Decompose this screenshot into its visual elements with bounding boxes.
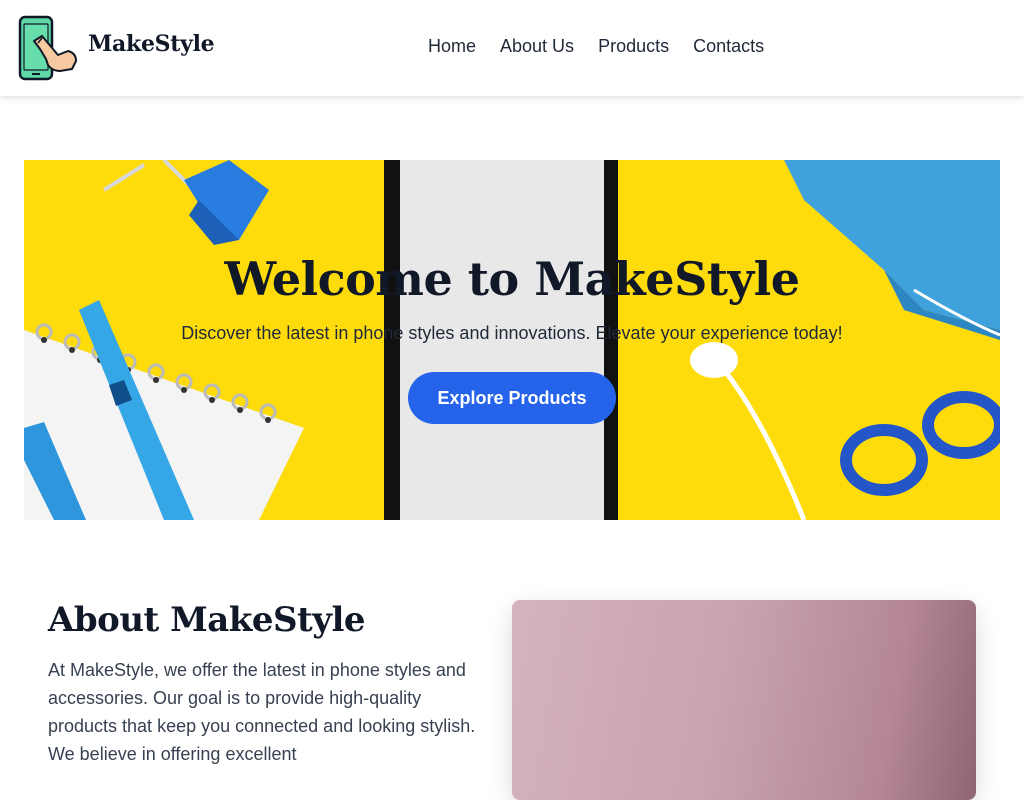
hero-subtitle: Discover the latest in phone styles and … <box>181 323 843 343</box>
logo[interactable] <box>18 15 80 81</box>
hero-banner: Welcome to MakeStyle Discover the latest… <box>24 160 1000 520</box>
nav-link-products[interactable]: Products <box>598 36 669 57</box>
nav-link-home[interactable]: Home <box>428 36 476 57</box>
hero-title: Welcome to MakeStyle <box>224 252 800 306</box>
phone-touch-icon <box>18 15 77 81</box>
about-text: At MakeStyle, we offer the latest in pho… <box>48 660 476 764</box>
about-image <box>512 600 976 800</box>
about-title: About MakeStyle <box>48 600 366 640</box>
nav-link-contacts[interactable]: Contacts <box>693 36 764 57</box>
explore-products-button[interactable]: Explore Products <box>408 372 616 424</box>
main-nav: Home About Us Products Contacts <box>428 36 764 57</box>
brand-name[interactable]: MakeStyle <box>88 31 215 57</box>
site-header: MakeStyle Home About Us Products Contact… <box>0 0 1024 96</box>
nav-link-about-us[interactable]: About Us <box>500 36 574 57</box>
